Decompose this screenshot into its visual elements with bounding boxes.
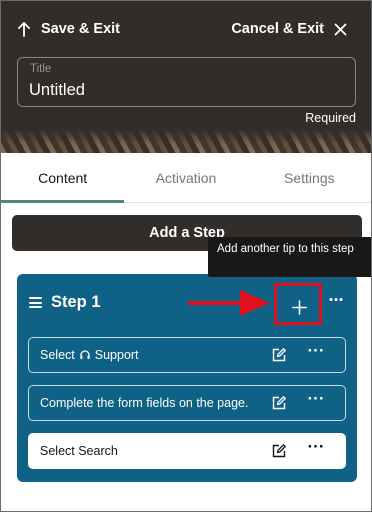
title-field[interactable]: Title xyxy=(17,57,356,107)
tip-more-options-button[interactable]: ··· xyxy=(305,438,327,458)
edit-icon[interactable] xyxy=(271,443,287,459)
tip-text: Select Support xyxy=(40,338,139,372)
tip-more-options-button[interactable]: ··· xyxy=(305,342,327,362)
title-input[interactable] xyxy=(29,78,339,102)
tip-text: Complete the form fields on the page. xyxy=(40,396,249,410)
step-title: Step 1 xyxy=(51,293,101,311)
cancel-exit-button[interactable]: Cancel & Exit xyxy=(231,19,347,39)
tip-text-after-icon: Support xyxy=(94,348,139,362)
add-tip-button[interactable] xyxy=(277,288,321,326)
header-bar: Save & Exit Cancel & Exit Title Required xyxy=(1,1,371,153)
drag-handle-icon[interactable] xyxy=(29,297,42,308)
headset-icon xyxy=(80,350,90,359)
save-exit-label: Save & Exit xyxy=(41,21,120,37)
edit-icon[interactable] xyxy=(271,347,287,363)
arrow-up-icon xyxy=(18,22,30,37)
tip-text-before-icon: Select xyxy=(40,348,75,362)
tip-more-options-button[interactable]: ··· xyxy=(305,390,327,410)
tooltip: Add another tip to this step xyxy=(208,237,371,277)
tab-bar: Content Activation Settings xyxy=(1,153,371,203)
app-frame: Save & Exit Cancel & Exit Title Required… xyxy=(0,0,372,512)
tab-settings-label: Settings xyxy=(284,169,335,186)
tab-activation[interactable]: Activation xyxy=(124,153,247,202)
tab-settings[interactable]: Settings xyxy=(248,153,371,202)
tab-content-label: Content xyxy=(38,169,88,186)
tip-row[interactable]: Select Support ··· xyxy=(28,337,346,373)
plus-icon xyxy=(291,299,307,315)
save-exit-button[interactable]: Save & Exit xyxy=(17,19,120,39)
edit-icon[interactable] xyxy=(271,395,287,411)
close-icon xyxy=(334,23,347,35)
tip-text: Select Search xyxy=(40,444,118,458)
tab-activation-label: Activation xyxy=(155,169,217,186)
cancel-exit-label: Cancel & Exit xyxy=(231,21,324,37)
step-more-options-button[interactable]: ··· xyxy=(325,291,347,312)
header-decorative-pattern xyxy=(1,129,371,153)
tip-row[interactable]: Select Search ··· xyxy=(28,433,346,469)
required-label: Required xyxy=(305,111,356,125)
tip-row[interactable]: Complete the form fields on the page. ··… xyxy=(28,385,346,421)
step-card: Step 1 ··· Select Support ··· Complete t… xyxy=(17,274,357,482)
title-field-label: Title xyxy=(30,63,52,75)
tab-content[interactable]: Content xyxy=(1,153,125,203)
step-header: Step 1 ··· xyxy=(17,274,357,330)
